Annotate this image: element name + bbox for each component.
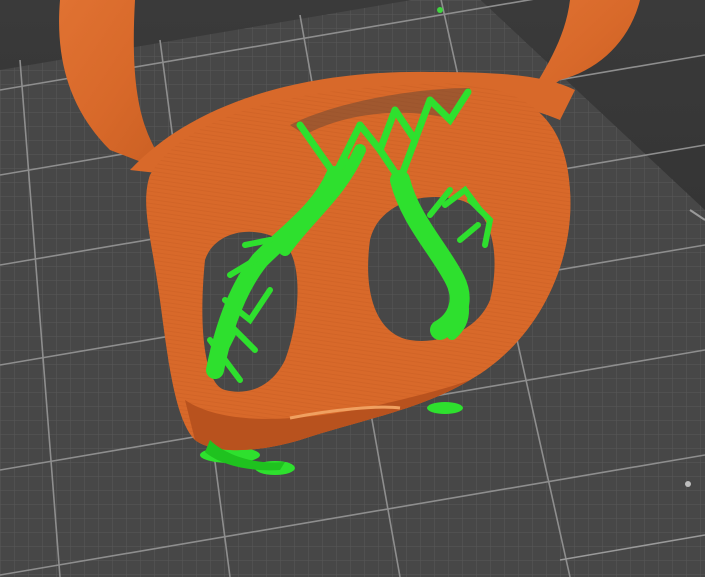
3d-preview-viewport[interactable] <box>0 0 705 577</box>
scene-canvas[interactable] <box>0 0 705 577</box>
